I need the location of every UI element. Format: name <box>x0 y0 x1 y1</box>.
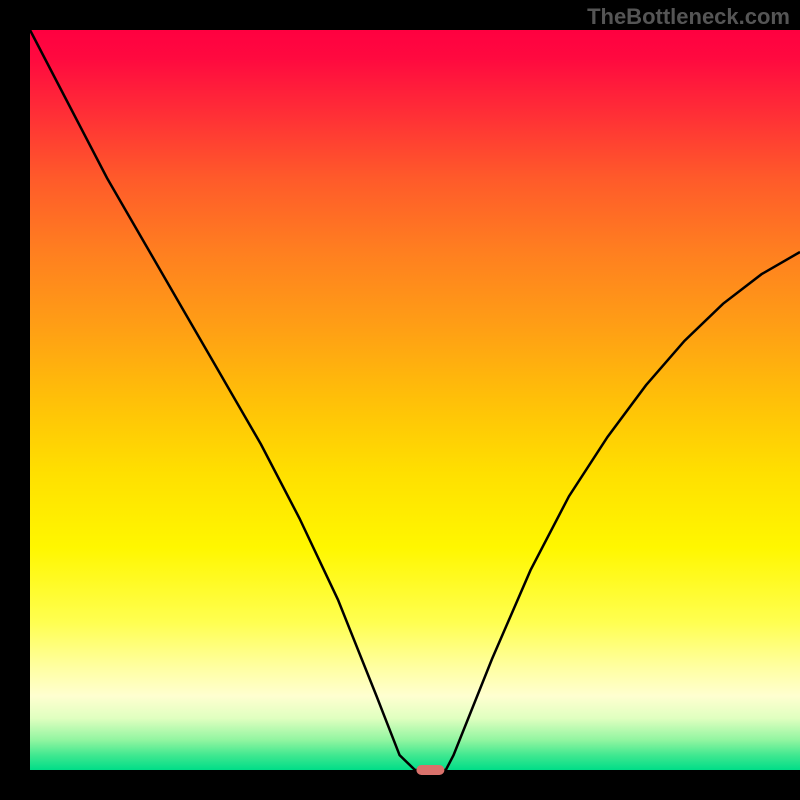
chart-svg <box>0 0 800 800</box>
plot-gradient-bg <box>30 30 800 770</box>
watermark-text: TheBottleneck.com <box>587 4 790 30</box>
bottleneck-chart: TheBottleneck.com <box>0 0 800 800</box>
optimal-marker <box>416 765 444 775</box>
